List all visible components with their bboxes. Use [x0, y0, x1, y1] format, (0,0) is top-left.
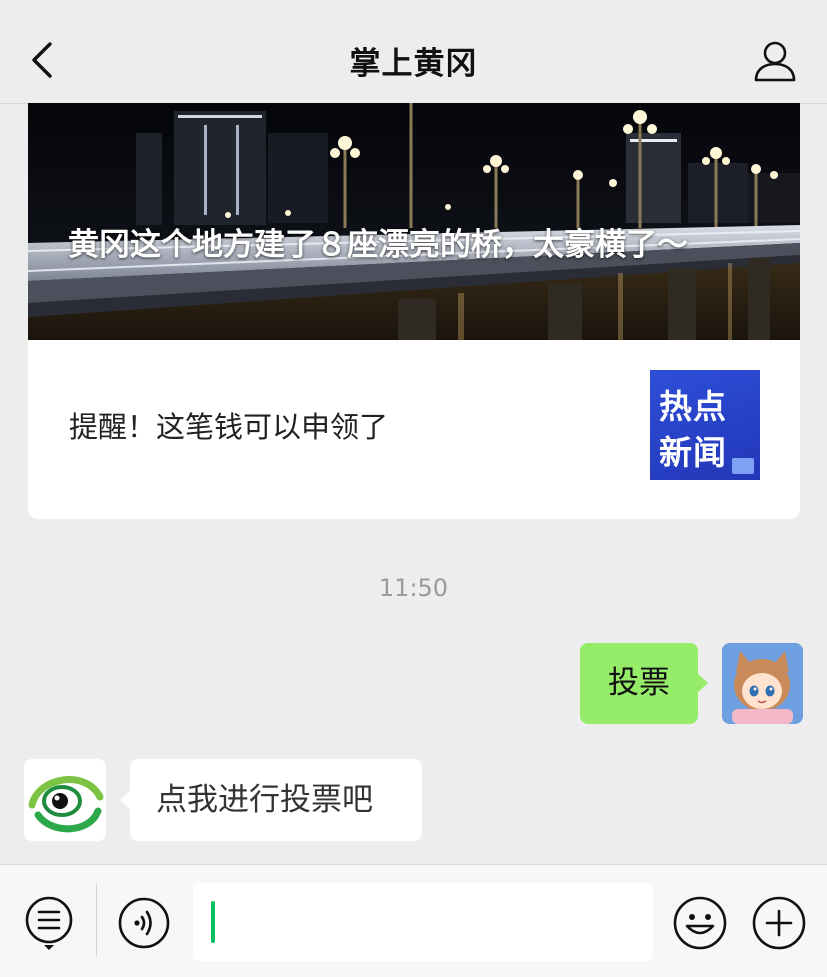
chat-input-bar [0, 864, 827, 977]
laptop-icon [732, 458, 754, 474]
anime-cat-girl-avatar [722, 643, 803, 724]
secondary-article[interactable]: 提醒！这笔钱可以申领了 热点 新闻 [28, 340, 800, 519]
profile-button[interactable] [751, 38, 799, 84]
secondary-article-title: 提醒！这笔钱可以申领了 [69, 410, 389, 444]
plus-icon [752, 896, 806, 950]
hot-news-thumbnail: 热点 新闻 [650, 370, 760, 480]
emoji-icon [673, 896, 727, 950]
menu-list-icon [25, 896, 73, 950]
outgoing-message-bubble[interactable]: 投票 [580, 643, 708, 724]
emoji-button[interactable] [672, 895, 728, 951]
headline-text: 黄冈这个地方建了８座漂亮的桥，太豪横了～ [68, 227, 688, 263]
incoming-message-bubble[interactable]: 点我进行投票吧 [120, 759, 422, 841]
user-avatar[interactable] [722, 643, 803, 724]
person-icon [754, 41, 796, 82]
top-nav-bar: 掌上黄冈 [0, 0, 827, 104]
headline-article[interactable]: 黄冈这个地方建了８座漂亮的桥，太豪横了～ [28, 103, 800, 340]
article-card: 黄冈这个地方建了８座漂亮的桥，太豪横了～ 提醒！这笔钱可以申领了 热点 新闻 [28, 103, 800, 519]
thumbnail-text-hot: 热点 [659, 387, 727, 426]
service-menu-button[interactable] [24, 895, 74, 951]
more-functions-button[interactable] [751, 895, 807, 951]
voice-input-button[interactable] [117, 896, 171, 950]
voice-icon [118, 897, 170, 949]
message-timestamp: 11:50 [378, 574, 449, 602]
eye-logo-icon [24, 759, 106, 841]
thumbnail-text-news: 新闻 [659, 433, 727, 472]
input-divider [96, 883, 97, 957]
chat-title: 掌上黄冈 [349, 46, 478, 82]
official-account-avatar[interactable] [24, 759, 106, 841]
message-input[interactable] [193, 883, 653, 961]
text-cursor [211, 901, 215, 943]
